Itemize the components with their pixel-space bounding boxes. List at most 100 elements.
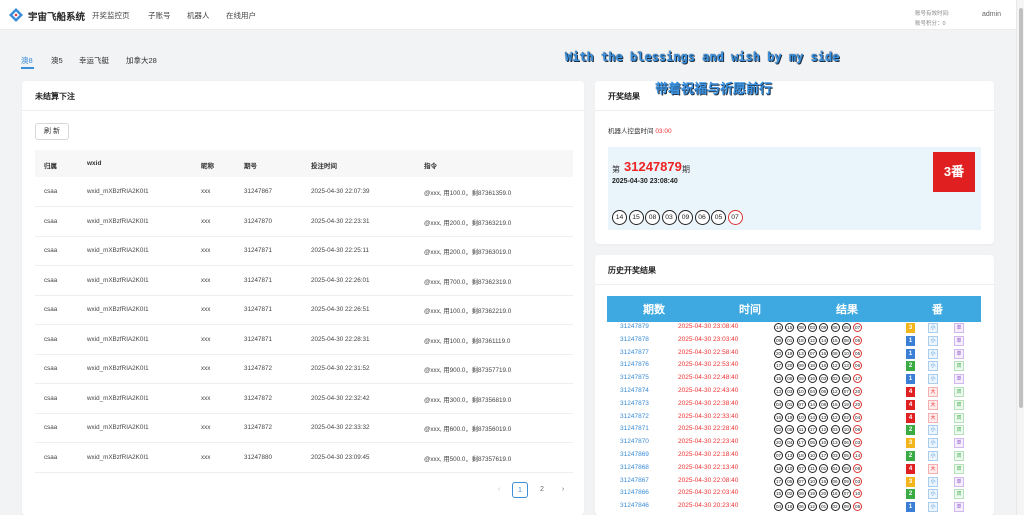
result-ball: 03 <box>661 210 677 225</box>
history-ball: 16 <box>807 374 817 384</box>
history-ball: 13 <box>819 412 829 422</box>
history-issue[interactable]: 31247875 <box>620 374 649 381</box>
history-issue[interactable]: 31247877 <box>620 349 649 356</box>
history-ball: 02 <box>774 425 783 435</box>
history-ball: 16 <box>819 348 829 358</box>
table-cell: csaa <box>44 276 58 284</box>
prev-page-button[interactable]: ‹ <box>491 482 507 498</box>
size-tag: 小 <box>928 348 938 359</box>
nav-robots[interactable]: 机器人 <box>187 10 210 21</box>
table-cell: 31247871 <box>244 276 273 284</box>
history-time: 2025-04-30 22:13:40 <box>678 463 739 471</box>
result-ball: 08 <box>645 210 660 225</box>
history-issue[interactable]: 31247870 <box>620 438 649 445</box>
history-ball: 15 <box>774 489 783 499</box>
table-cell: 31247871 <box>244 306 273 313</box>
history-ball: 14 <box>774 323 783 332</box>
nav-draw-monitor[interactable]: 开奖监控页 <box>92 10 130 21</box>
history-ball: 19 <box>841 399 851 409</box>
table-cell: wxid_mXBzfRIA2K0I1 <box>87 306 149 313</box>
tab-ao5[interactable]: 澳5 <box>51 55 63 66</box>
history-ball: 07 <box>841 387 851 396</box>
table-cell: xxx <box>201 217 211 225</box>
history-time: 2025-04-30 22:58:40 <box>678 348 739 356</box>
history-ball: 13 <box>796 348 806 358</box>
table-cell: xxx <box>201 335 211 343</box>
history-issue[interactable]: 31247869 <box>620 451 649 458</box>
history-row: 31247877 2025-04-30 22:58:40 20 19 13 07 16 08 1… <box>607 348 981 360</box>
draw-result-title: 开奖结果 <box>608 92 640 101</box>
table-cell: csaa <box>44 217 58 225</box>
tab-canada28[interactable]: 加拿大28 <box>126 55 157 66</box>
history-row: 31247876 2025-04-30 22:53:40 17 20 09 18 16 12 1… <box>607 360 981 372</box>
history-ball: 10 <box>785 463 795 473</box>
history-ball: 06 <box>830 323 840 332</box>
history-issue[interactable]: 31247872 <box>620 413 649 420</box>
parity-tag: 双 <box>954 399 964 410</box>
next-page-button[interactable]: › <box>555 482 571 498</box>
history-row: 31247872 2025-04-30 22:33:40 16 19 10 14 13 12 0… <box>607 412 981 424</box>
history-issue[interactable]: 31247879 <box>620 323 649 330</box>
history-ball: 01 <box>785 399 795 409</box>
page-1-button[interactable]: 1 <box>512 482 528 498</box>
history-ball: 20 <box>853 387 863 396</box>
history-row: 31247873 2025-04-30 22:38:40 04 01 07 14 08 16 1… <box>607 399 981 411</box>
history-issue[interactable]: 31247874 <box>620 387 649 394</box>
history-ball: 09 <box>841 476 851 486</box>
history-ball: 02 <box>785 489 795 499</box>
nav-sub-accounts[interactable]: 子账号 <box>148 10 171 21</box>
app-root: { "header":{"brand":"宇宙飞船系统","nav":["开奖监… <box>0 0 1024 515</box>
history-ball: 17 <box>774 476 783 486</box>
result-ball: 05 <box>711 210 726 225</box>
history-ball: 17 <box>819 451 829 460</box>
fan-badge: 3 <box>906 476 915 487</box>
tab-lucky-airship[interactable]: 幸运飞艇 <box>79 55 109 66</box>
table-cell: @xxx, 用200.0，剩87363219.0 <box>424 219 512 227</box>
table-row: csaa wxid_mXBzfRIA2K0I1 xxx 31247871 2025-04… <box>35 326 573 355</box>
table-cell: 31247871 <box>244 247 273 254</box>
table-cell: 31247870 <box>244 217 273 225</box>
fan-badge: 1 <box>906 502 915 513</box>
history-issue[interactable]: 31247876 <box>620 361 649 368</box>
history-time: 2025-04-30 22:08:40 <box>678 476 739 484</box>
history-row: 31247874 2025-04-30 22:43:40 13 03 10 04 06 12 0… <box>607 386 981 398</box>
divider <box>595 110 994 111</box>
scrollbar-thumb[interactable] <box>1019 8 1023 408</box>
history-ball: 07 <box>796 463 806 473</box>
user-menu[interactable]: admin <box>982 11 1001 18</box>
history-row: 31247871 2025-04-30 22:28:40 02 05 11 17 12 03 1… <box>607 424 981 436</box>
history-ball: 07 <box>774 451 783 460</box>
history-time: 2025-04-30 23:03:40 <box>678 335 739 343</box>
tab-ao8[interactable]: 澳8 <box>21 55 33 66</box>
history-time: 2025-04-30 22:53:40 <box>678 361 739 369</box>
history-issue[interactable]: 31247867 <box>620 477 649 484</box>
history-issue[interactable]: 31247868 <box>620 464 649 471</box>
history-issue[interactable]: 31247878 <box>620 336 649 343</box>
vertical-scrollbar[interactable] <box>1016 0 1024 515</box>
fan-badge: 2 <box>906 451 915 461</box>
parity-tag: 单 <box>954 323 964 333</box>
history-row: 31247866 2025-04-30 22:03:40 15 02 09 19 20 16 0… <box>607 488 981 500</box>
fan-badge: 4 <box>906 463 915 474</box>
table-cell: @xxx, 用100.0，剩87361359.0 <box>424 190 512 197</box>
history-ball: 17 <box>796 438 806 448</box>
history-issue[interactable]: 31247846 <box>620 502 649 509</box>
page-2-button[interactable]: 2 <box>534 482 550 498</box>
history-ball: 07 <box>807 348 817 358</box>
size-tag: 小 <box>928 502 938 513</box>
history-issue[interactable]: 31247873 <box>620 400 649 407</box>
history-ball: 04 <box>830 463 840 473</box>
history-ball: 17 <box>853 374 863 384</box>
history-issue[interactable]: 31247866 <box>620 489 649 496</box>
history-time: 2025-04-30 22:23:40 <box>678 438 739 446</box>
table-cell: csaa <box>44 188 58 195</box>
result-ball: 09 <box>678 210 693 225</box>
history-ball: 05 <box>841 451 851 460</box>
table-cell: @xxx, 用900.0，剩87357719.0 <box>424 367 512 374</box>
nav-online-users[interactable]: 在线用户 <box>226 10 256 21</box>
history-issue[interactable]: 31247871 <box>620 425 649 432</box>
table-cell: wxid_mXBzfRIA2K0I1 <box>87 453 149 461</box>
history-ball: 13 <box>830 438 840 448</box>
table-cell: wxid_mXBzfRIA2K0I1 <box>87 217 149 225</box>
refresh-button[interactable]: 刷 新 <box>35 123 69 140</box>
